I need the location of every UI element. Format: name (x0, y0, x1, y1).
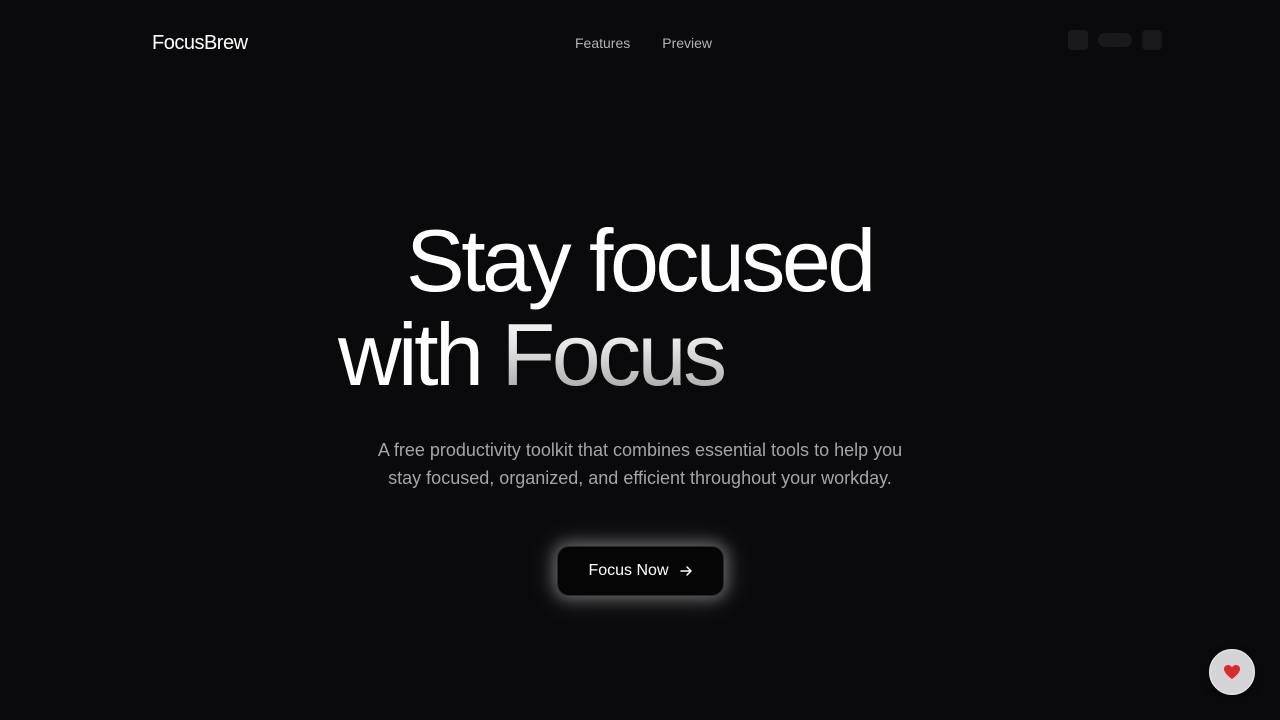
hero-title-prefix: with (338, 305, 502, 404)
top-navbar: FocusBrew Features Preview (0, 0, 1280, 86)
hero-title-accent: Focus (501, 305, 727, 404)
faded-action-icon (1142, 30, 1162, 50)
heart-icon (1224, 665, 1240, 679)
brand-logo[interactable]: FocusBrew (152, 30, 248, 56)
support-heart-button[interactable] (1209, 649, 1255, 695)
arrow-right-icon (679, 566, 692, 576)
hero-subtitle-line-1: A free productivity toolkit that combine… (377, 440, 903, 460)
faded-header-actions (1068, 30, 1162, 50)
nav-link-features[interactable]: Features (575, 34, 630, 52)
faded-action-icon (1068, 30, 1088, 50)
focus-now-label: Focus Now (588, 562, 669, 579)
hero-subtitle: A free productivity toolkit that combine… (340, 436, 940, 492)
nav-link-preview[interactable]: Preview (662, 34, 712, 52)
hero-title-line-1: Stay focused (406, 211, 876, 310)
faded-action-pill (1098, 33, 1132, 47)
hero-title-line-2: with Focus (338, 305, 727, 404)
nav-links: Features Preview (575, 34, 712, 52)
landing-page: FocusBrew Features Preview Stay focused … (0, 0, 1280, 720)
hero-subtitle-line-2: stay focused, organized, and efficient t… (388, 468, 892, 488)
focus-now-button[interactable]: Focus Now (557, 546, 724, 596)
